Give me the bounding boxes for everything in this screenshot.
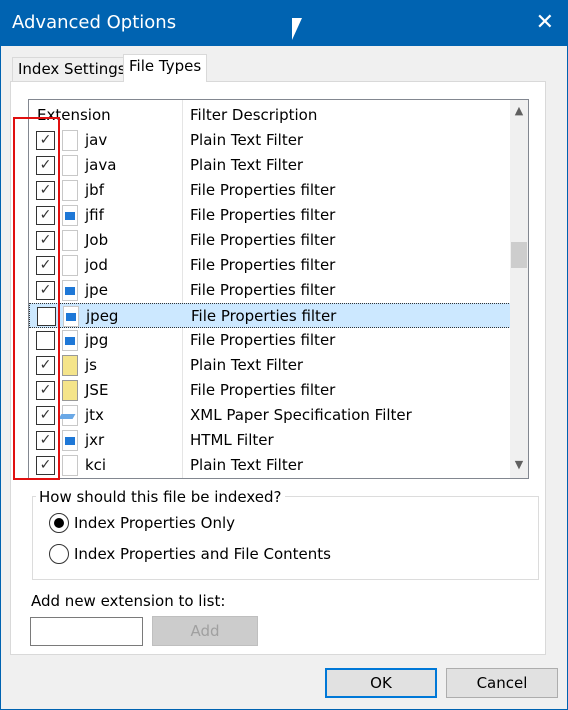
row-description: File Properties filter [190, 231, 336, 249]
list-row[interactable]: ✓ jpe File Properties filter [29, 278, 511, 303]
row-extension: java [85, 156, 117, 174]
row-description: Plain Text Filter [190, 356, 304, 374]
row-extension: Job [85, 231, 109, 249]
list-row[interactable]: ✓ jod File Properties filter [29, 253, 511, 278]
row-extension: js [85, 356, 97, 374]
list-row[interactable]: ✓ Job File Properties filter [29, 228, 511, 253]
tab-index-settings[interactable]: Index Settings [12, 57, 132, 81]
row-extension: jpeg [86, 307, 119, 325]
file-img-icon [62, 430, 78, 451]
scroll-up-icon[interactable]: ▲ [510, 104, 528, 122]
close-icon[interactable]: ✕ [536, 10, 554, 35]
row-extension: jtx [85, 406, 104, 424]
column-header-description[interactable]: Filter Description [190, 106, 317, 124]
file-blank-icon [62, 130, 78, 151]
row-extension: jod [85, 256, 108, 274]
title-bar: Advanced Options ✕ [0, 0, 568, 46]
file-blank-icon [62, 255, 78, 276]
index-options-group [32, 496, 539, 580]
row-description: Plain Text Filter [190, 131, 304, 149]
row-extension: JSE [85, 381, 109, 399]
file-types-list[interactable]: Extension Filter Description ✓ jav Plain… [28, 99, 529, 479]
scrollbar-thumb[interactable] [511, 242, 527, 268]
file-script-icon [62, 380, 78, 401]
scroll-down-icon[interactable]: ▼ [510, 458, 528, 476]
file-blank-icon [62, 155, 78, 176]
window-title: Advanced Options [12, 12, 177, 33]
row-description: File Properties filter [190, 331, 336, 349]
file-blank-icon [62, 230, 78, 251]
row-description: HTML Filter [190, 431, 274, 449]
list-row[interactable]: ✓ JSE File Properties filter [29, 378, 511, 403]
file-img-icon [62, 280, 78, 301]
file-img-icon [62, 330, 78, 351]
row-description: File Properties filter [190, 281, 336, 299]
add-button[interactable]: Add [152, 616, 258, 646]
list-row[interactable]: ✓ jav Plain Text Filter [29, 128, 511, 153]
radio-label-properties-only[interactable]: Index Properties Only [74, 514, 235, 532]
list-row[interactable]: ✓ jtx XML Paper Specification Filter [29, 403, 511, 428]
list-header: Extension Filter Description [29, 100, 511, 478]
tab-file-types[interactable]: File Types [123, 54, 208, 82]
row-description: XML Paper Specification Filter [190, 406, 412, 424]
mouse-cursor-icon [292, 18, 302, 40]
file-blank-icon [62, 455, 78, 476]
list-row[interactable]: jpeg File Properties filter [29, 303, 511, 328]
list-row[interactable]: jpg File Properties filter [29, 328, 511, 353]
list-row[interactable]: ✓ jxr HTML Filter [29, 428, 511, 453]
row-description: File Properties filter [191, 307, 337, 325]
file-script-icon [62, 355, 78, 376]
row-extension: jfif [85, 206, 104, 224]
file-blank-icon [62, 180, 78, 201]
cancel-button[interactable]: Cancel [446, 668, 558, 698]
list-row[interactable]: ✓ java Plain Text Filter [29, 153, 511, 178]
row-extension: jbf [85, 181, 104, 199]
file-img-icon [63, 306, 79, 327]
row-extension: jpg [85, 331, 109, 349]
add-extension-label: Add new extension to list: [31, 592, 226, 610]
list-row[interactable]: ✓ jfif File Properties filter [29, 203, 511, 228]
row-extension: jpe [85, 281, 108, 299]
vertical-scrollbar[interactable]: ▲ ▼ [510, 100, 528, 478]
radio-label-properties-and-contents[interactable]: Index Properties and File Contents [74, 545, 331, 563]
ok-button[interactable]: OK [325, 668, 437, 698]
index-options-label: How should this file be indexed? [36, 488, 285, 506]
radio-index-properties-only[interactable] [49, 513, 69, 533]
file-img-icon [62, 205, 78, 226]
row-extension: jav [85, 131, 108, 149]
list-row[interactable]: ✓ kci Plain Text Filter [29, 453, 511, 478]
radio-index-properties-and-contents[interactable] [49, 544, 69, 564]
highlight-annotation [13, 117, 60, 480]
row-description: File Properties filter [190, 381, 336, 399]
row-description: Plain Text Filter [190, 456, 304, 474]
row-description: Plain Text Filter [190, 156, 304, 174]
row-description: File Properties filter [190, 256, 336, 274]
list-row[interactable]: ✓ js Plain Text Filter [29, 353, 511, 378]
row-extension: kci [85, 456, 107, 474]
list-row[interactable]: ✓ jbf File Properties filter [29, 178, 511, 203]
row-extension: jxr [85, 431, 105, 449]
row-description: File Properties filter [190, 181, 336, 199]
row-description: File Properties filter [190, 206, 336, 224]
file-xps-icon [62, 405, 78, 426]
new-extension-input[interactable] [30, 617, 143, 646]
